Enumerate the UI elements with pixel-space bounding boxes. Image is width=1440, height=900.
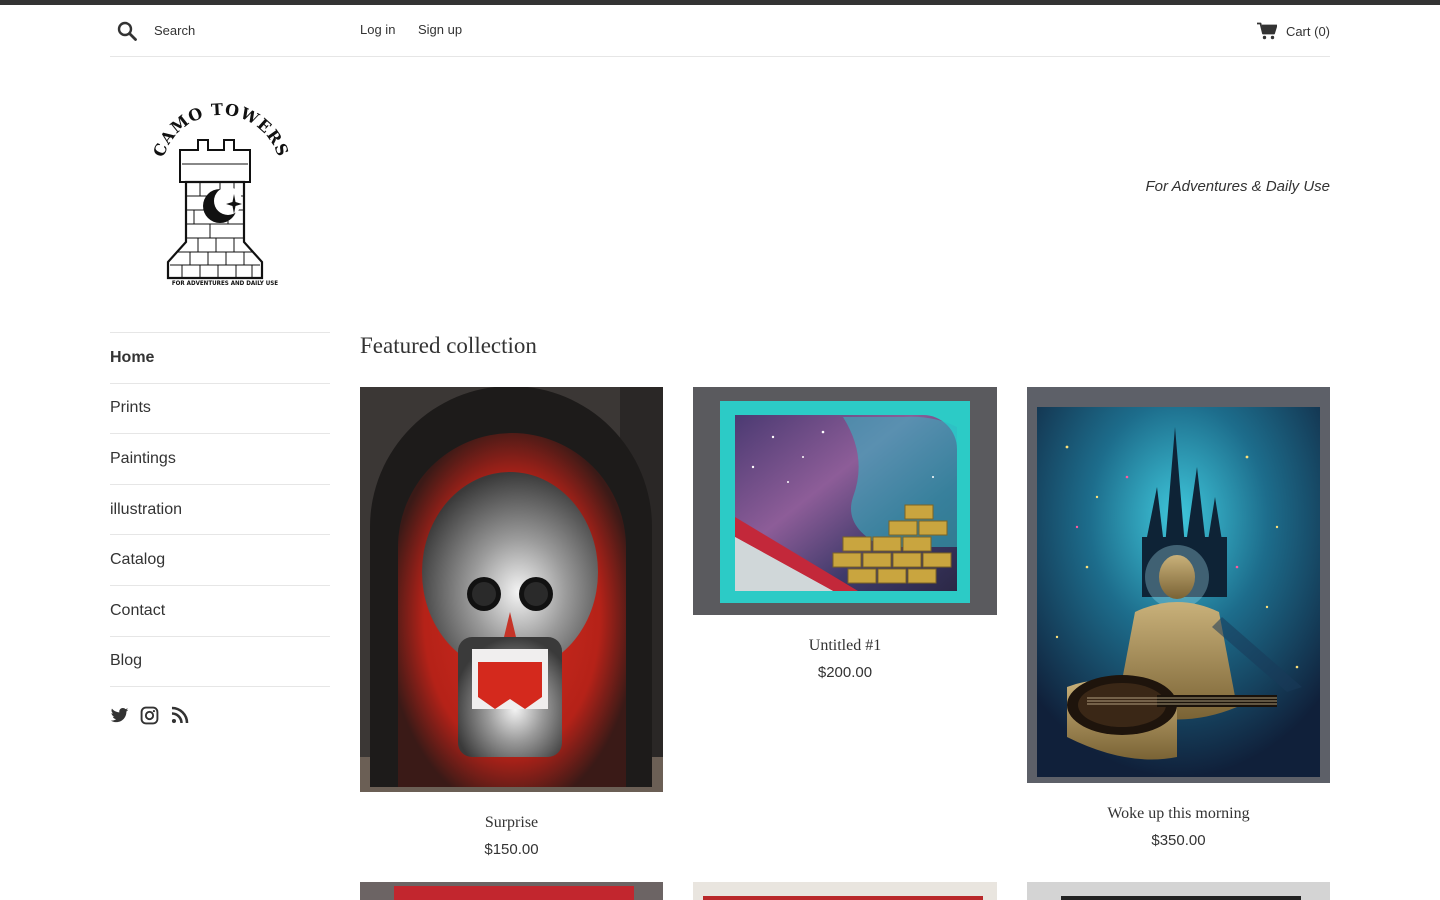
product-title[interactable]: Untitled #1 [693, 637, 997, 655]
login-link[interactable]: Log in [360, 22, 395, 37]
product-image[interactable] [360, 882, 663, 900]
cart-link[interactable]: Cart (0) [1256, 22, 1330, 40]
product-card[interactable] [693, 882, 997, 900]
instagram-icon[interactable] [140, 706, 159, 725]
product-card[interactable] [360, 882, 663, 900]
product-title[interactable]: Surprise [360, 814, 663, 832]
cart-label: Cart (0) [1285, 23, 1330, 39]
tower-logo-icon: CAMO TOWERS FOR ADVENTURES AND DAILY USE [149, 100, 292, 287]
site-header: Log in Sign up Cart (0) [110, 5, 1330, 57]
product-title[interactable]: Woke up this morning [1027, 805, 1330, 823]
sidebar-nav: Home Prints Paintings illustration Catal… [110, 332, 330, 725]
product-price: $150.00 [484, 841, 539, 858]
social-links [110, 706, 330, 725]
site-tagline: For Adventures & Daily Use [1145, 178, 1330, 195]
sidebar-item-paintings[interactable]: Paintings [110, 434, 330, 485]
product-price: $200.00 [817, 664, 873, 681]
product-image[interactable] [1027, 882, 1330, 900]
site-logo[interactable]: CAMO TOWERS FOR ADVENTURES AND DAILY USE [149, 100, 292, 290]
sidebar-item-home[interactable]: Home [110, 333, 330, 384]
product-image-bricks[interactable] [693, 387, 997, 615]
sidebar-item-catalog[interactable]: Catalog [110, 535, 330, 586]
search-input[interactable] [146, 17, 342, 43]
sidebar-item-blog[interactable]: Blog [110, 637, 330, 688]
product-image-skull[interactable] [360, 387, 663, 792]
signup-link[interactable]: Sign up [418, 22, 462, 37]
sidebar-item-prints[interactable]: Prints [110, 384, 330, 435]
product-card[interactable]: Untitled #1 $200.00 [693, 387, 997, 681]
rss-icon[interactable] [170, 706, 189, 725]
twitter-icon[interactable] [110, 706, 129, 725]
featured-collection-title: Featured collection [360, 333, 537, 358]
search-icon[interactable] [117, 21, 137, 41]
cart-icon [1256, 22, 1277, 40]
product-card[interactable]: Woke up this morning $350.00 [1027, 387, 1330, 849]
product-price: $350.00 [1151, 832, 1206, 849]
sidebar-item-contact[interactable]: Contact [110, 586, 330, 637]
product-card[interactable] [1027, 882, 1330, 900]
svg-text:FOR ADVENTURES AND DAILY USE: FOR ADVENTURES AND DAILY USE [172, 280, 278, 287]
product-image-guitarist[interactable] [1027, 387, 1330, 783]
product-card[interactable]: Surprise $150.00 [360, 387, 663, 858]
sidebar-item-illustration[interactable]: illustration [110, 485, 330, 536]
product-image[interactable] [693, 882, 997, 900]
